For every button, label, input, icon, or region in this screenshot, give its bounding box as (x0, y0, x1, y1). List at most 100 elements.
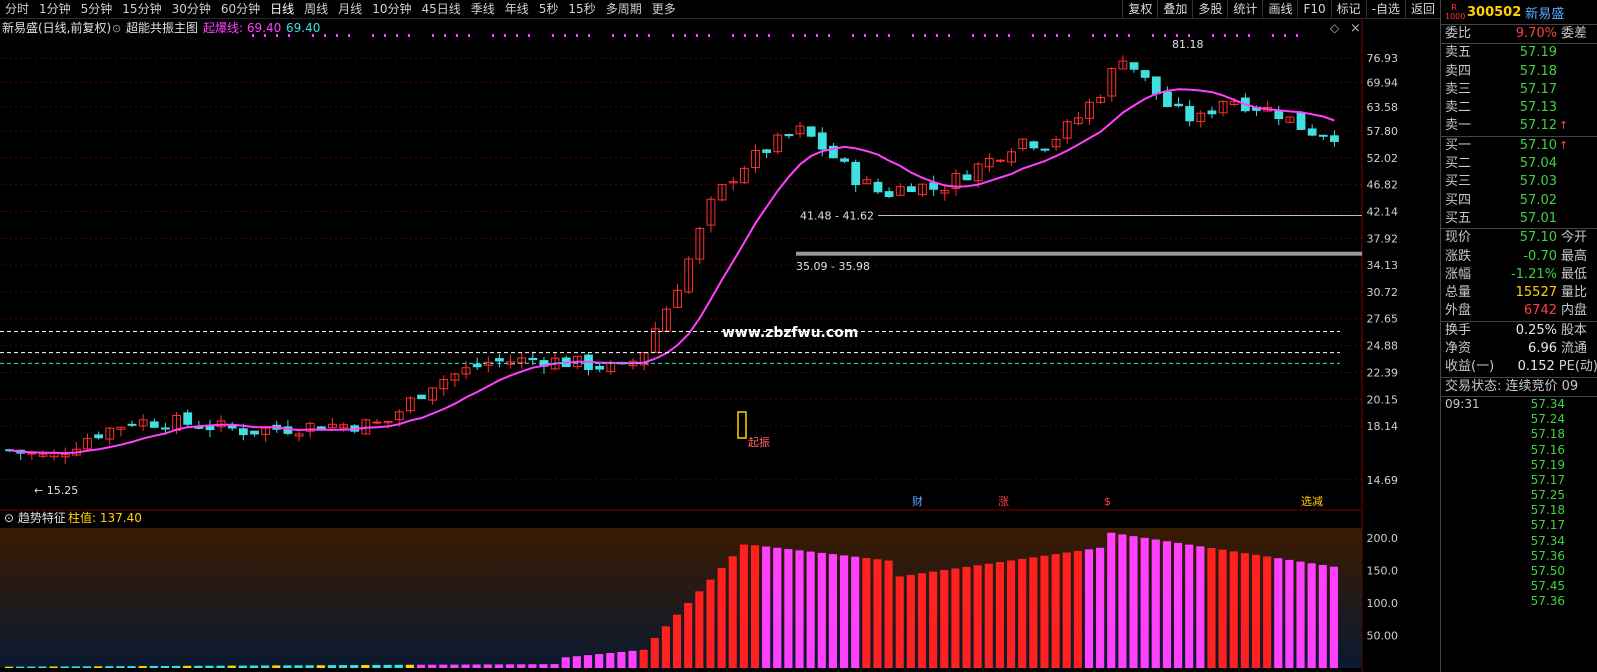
period-tab-16[interactable]: 更多 (647, 0, 681, 18)
tool-button-7[interactable]: -自选 (1365, 0, 1405, 18)
volume-bar (272, 665, 281, 668)
tick-price: 57.25 (1530, 488, 1565, 503)
tick-row: 57.18 (1441, 503, 1597, 518)
period-tab-5[interactable]: 60分钟 (216, 0, 265, 18)
bid-book: 买一 57.10 ↑ 买二 57.04 买三 57.03 买四 57.02 买五 57.01 (1441, 137, 1597, 230)
volume-bar (673, 614, 682, 668)
period-tab-0[interactable]: 分时 (0, 0, 34, 18)
volume-bar (895, 576, 904, 668)
tick-row: 57.36 (1441, 594, 1597, 609)
tick-time (1441, 488, 1495, 503)
period-tab-2[interactable]: 5分钟 (76, 0, 118, 18)
tick-row: 57.34 (1441, 534, 1597, 549)
tool-button-6[interactable]: 标记 (1330, 0, 1366, 18)
tool-button-3[interactable]: 统计 (1227, 0, 1262, 18)
volume-bar (606, 653, 615, 668)
candle-body (250, 430, 259, 435)
tick-time (1441, 579, 1495, 594)
quote-row-2-value: -1.21% (1511, 266, 1557, 282)
volume-bar (216, 665, 225, 668)
bid-row-2-value: 57.03 (1519, 174, 1557, 190)
bid-row-0: 买一 57.10 ↑ (1441, 137, 1597, 155)
volume-bar (661, 626, 670, 668)
tool-button-1[interactable]: 叠加 (1157, 0, 1192, 18)
period-tab-14[interactable]: 15秒 (563, 0, 600, 18)
tick-price: 57.19 (1530, 457, 1565, 472)
y-tick-label: 27.65 (1367, 313, 1399, 326)
volume-bar (27, 666, 36, 668)
stat-row-2: 收益(一) 0.152 PE(动) (1441, 358, 1597, 376)
candle-body (1029, 141, 1039, 149)
candle-body (1129, 62, 1139, 70)
weibi-value: 9.70% (1515, 26, 1557, 41)
volume-bar (1118, 534, 1127, 668)
candle-body (884, 191, 894, 197)
volume-bar (628, 650, 637, 668)
volume-bar (1051, 554, 1060, 668)
volume-bar (517, 664, 526, 668)
tick-price: 57.50 (1530, 564, 1565, 578)
kline-chart[interactable]: 新易盛(日线,前复权) ⊙ 超能共振主图 起爆线: 69.40 69.40 ◇ × 41.48… (0, 0, 1440, 672)
tool-button-0[interactable]: 复权 (1122, 0, 1157, 18)
volume-bar (1029, 557, 1038, 668)
tool-button-2[interactable]: 多股 (1192, 0, 1227, 18)
period-tab-7[interactable]: 周线 (299, 0, 333, 18)
volume-bar (1096, 547, 1105, 668)
period-tab-3[interactable]: 15分钟 (117, 0, 166, 18)
volume-bar (650, 637, 659, 668)
period-tab-6[interactable]: 日线 (265, 0, 299, 18)
tick-list[interactable]: 09:31 57.34 57.24 57.18 57.16 57.19 57.17 57.25… (1441, 397, 1597, 610)
tick-row: 57.18 (1441, 427, 1597, 442)
quote-block: 现价 57.10 今开 涨跌 -0.70 最高 涨幅 -1.21% 最低 总量 15527 量比 外盘 6… (1441, 229, 1597, 322)
period-tab-10[interactable]: 45日线 (416, 0, 465, 18)
ask-row-0: 卖五 57.19 (1441, 44, 1597, 62)
volume-bar (728, 556, 737, 668)
candle-body (1174, 103, 1183, 107)
tick-row: 57.45 (1441, 579, 1597, 594)
stock-name[interactable]: 新易盛 (1525, 3, 1564, 22)
period-tab-12[interactable]: 年线 (500, 0, 534, 18)
tick-row: 57.19 (1441, 458, 1597, 473)
period-tab-4[interactable]: 30分钟 (167, 0, 216, 18)
sub-y-tick-label: 200.0 (1367, 532, 1399, 545)
candle-body (1207, 110, 1217, 115)
tick-price: 57.45 (1530, 579, 1565, 594)
volume-bar (539, 664, 548, 668)
volume-bar (806, 551, 815, 668)
start-label: 起振 (748, 435, 770, 449)
candle-body (1330, 135, 1339, 142)
high-label: 81.18 (1172, 38, 1204, 51)
tick-row: 57.24 (1441, 412, 1597, 427)
y-tick-label: 57.80 (1367, 125, 1399, 138)
volume-bar (1318, 564, 1327, 668)
candle-body (1140, 70, 1150, 78)
ask-row-4: 卖一 57.12 ↑ (1441, 117, 1597, 135)
period-tab-1[interactable]: 1分钟 (34, 0, 76, 18)
volume-bar (561, 657, 570, 668)
low-label: ← 15.25 (34, 484, 78, 497)
tool-button-4[interactable]: 画线 (1262, 0, 1297, 18)
candle-body (1318, 134, 1328, 137)
tick-row: 57.17 (1441, 473, 1597, 488)
period-tab-8[interactable]: 月线 (333, 0, 367, 18)
line-value: 69.40 (286, 21, 320, 35)
volume-bar (205, 665, 214, 668)
ask-row-0-label: 卖五 (1445, 45, 1472, 61)
bid-row-1-label: 买二 (1445, 156, 1472, 172)
quote-row-0: 现价 57.10 今开 (1441, 229, 1597, 247)
period-tab-15[interactable]: 多周期 (601, 0, 647, 18)
sub-indicator-name: ⊙ 趋势特征 (4, 510, 66, 525)
tool-button-5[interactable]: F10 (1297, 0, 1330, 18)
tool-button-8[interactable]: 返回 (1404, 0, 1440, 18)
bid-row-3: 买四 57.02 (1441, 192, 1597, 210)
volume-bar (339, 665, 348, 668)
tick-row: 57.17 (1441, 518, 1597, 533)
y-tick-label: 69.94 (1367, 76, 1399, 89)
period-tab-9[interactable]: 10分钟 (367, 0, 416, 18)
tick-row: 57.16 (1441, 443, 1597, 458)
period-tab-13[interactable]: 5秒 (534, 0, 564, 18)
stock-code[interactable]: 300502 (1467, 5, 1521, 20)
volume-bar (138, 666, 147, 668)
period-tab-11[interactable]: 季线 (466, 0, 500, 18)
bid-row-4-value: 57.01 (1519, 210, 1557, 226)
